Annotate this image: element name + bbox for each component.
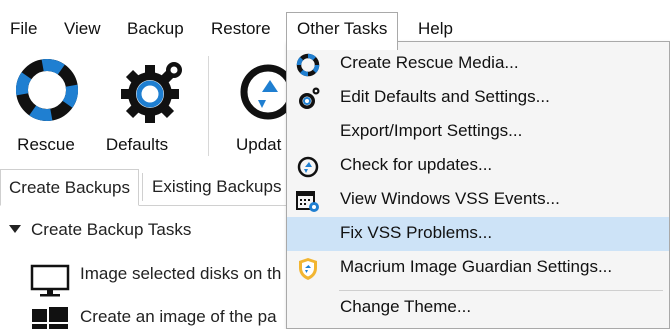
defaults-label: Defaults [105,135,169,154]
menu-item-edit-defaults[interactable]: Edit Defaults and Settings... [287,81,669,115]
defaults-button[interactable]: Defaults [92,50,182,165]
rescue-label: Rescue [17,135,75,154]
menu-item-view-vss-events[interactable]: View Windows VSS Events... [287,183,669,217]
tab-divider [142,173,143,201]
menu-item-change-theme[interactable]: Change Theme... [287,291,669,325]
menu-item-label: Create Rescue Media... [340,53,519,72]
task-label: Create an image of the pa [80,307,277,326]
section-title: Create Backup Tasks [31,220,192,239]
menu-item-image-guardian-settings[interactable]: Macrium Image Guardian Settings... [287,251,669,285]
menu-item-export-import-settings[interactable]: Export/Import Settings... [287,115,669,149]
ribbon-separator [208,56,209,156]
menu-item-check-for-updates[interactable]: Check for updates... [287,149,669,183]
menu-item-label: Edit Defaults and Settings... [340,87,550,106]
lifebuoy-icon [16,59,78,121]
menu-other-tasks[interactable]: Other Tasks [286,12,399,50]
menu-file[interactable]: File [0,0,47,50]
menu-view[interactable]: View [54,0,111,50]
tab-create-backups[interactable]: Create Backups [0,169,139,206]
menu-item-label: Change Theme... [340,297,472,316]
menu-item-fix-vss-problems[interactable]: Fix VSS Problems... [287,217,669,251]
monitor-icon [30,264,70,297]
other-tasks-dropdown: Create Rescue Media... Edit Defaults and… [286,41,670,329]
task-label: Image selected disks on th [80,264,282,283]
menu-item-label: Check for updates... [340,155,493,174]
refresh-icon [297,156,319,178]
tab-existing-backups[interactable]: Existing Backups [144,169,289,206]
menu-backup[interactable]: Backup [117,0,194,50]
collapse-triangle-icon [9,225,21,233]
gears-icon [299,87,320,109]
gears-icon [121,62,182,123]
menu-item-label: View Windows VSS Events... [340,189,560,208]
menu-item-label: Macrium Image Guardian Settings... [340,257,613,276]
section-create-backup-tasks[interactable]: Create Backup Tasks [9,220,191,240]
menu-item-label: Fix VSS Problems... [340,223,493,242]
rescue-button[interactable]: Rescue [1,50,91,165]
menu-item-label: Export/Import Settings... [340,121,523,140]
lifebuoy-icon [296,53,320,77]
menu-item-create-rescue-media[interactable]: Create Rescue Media... [287,47,669,81]
windows-icon [32,307,68,329]
calendar-gear-icon [296,191,319,212]
shield-icon [299,258,317,280]
menu-restore[interactable]: Restore [201,0,281,50]
